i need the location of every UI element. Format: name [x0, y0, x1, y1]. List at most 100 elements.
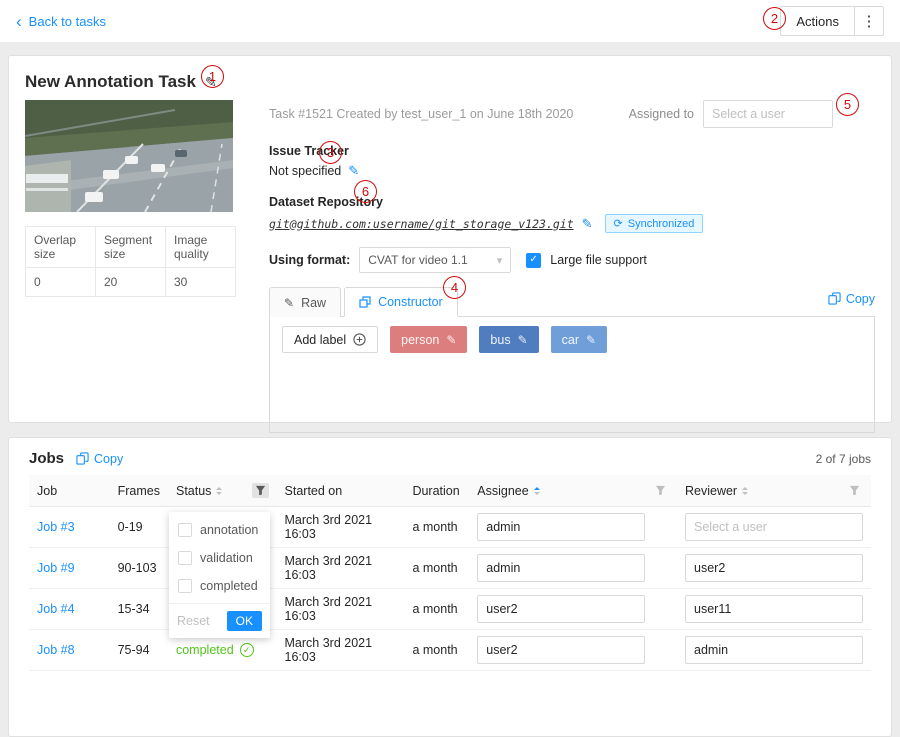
- add-label-button[interactable]: Add label: [282, 326, 378, 353]
- status-sort-icon[interactable]: [216, 487, 222, 495]
- job-reviewer-input[interactable]: [685, 554, 863, 582]
- filter-option-validation[interactable]: validation: [169, 544, 270, 572]
- issue-tracker-row: Not specified ✎: [269, 163, 875, 179]
- assignee-filter-icon[interactable]: [652, 483, 669, 498]
- back-chevron-icon: ‹: [16, 13, 22, 30]
- labels-constructor-area: Add label person ✎ bus ✎ car ✎: [269, 317, 875, 433]
- vertical-dots-icon: ⋮: [862, 13, 877, 30]
- task-body: Overlap size Segment size Image quality …: [25, 100, 875, 433]
- reviewer-sort-icon[interactable]: [742, 487, 748, 495]
- job-link[interactable]: Job #3: [37, 520, 75, 534]
- tab-raw[interactable]: ✎ Raw: [269, 287, 341, 317]
- task-title-row: New Annotation Task ✎: [25, 72, 875, 92]
- task-right-column: Task #1521 Created by test_user_1 on Jun…: [253, 100, 875, 433]
- reviewer-filter-icon[interactable]: [846, 483, 863, 498]
- param-value-segment: 20: [96, 268, 166, 297]
- sync-icon: ⟳: [614, 217, 623, 230]
- label-chip-bus[interactable]: bus ✎: [479, 326, 538, 353]
- col-header-started[interactable]: Started on: [277, 475, 405, 507]
- issue-tracker-label: Issue Tracker: [269, 144, 875, 158]
- job-reviewer-input[interactable]: [685, 513, 863, 541]
- filter-ok-button[interactable]: OK: [227, 611, 262, 631]
- job-reviewer-input[interactable]: [685, 636, 863, 664]
- job-assignee-input[interactable]: [477, 554, 645, 582]
- checkbox-unchecked[interactable]: [178, 551, 192, 565]
- format-select[interactable]: CVAT for video 1.1 ▾: [359, 247, 511, 273]
- filter-option-completed[interactable]: completed: [169, 572, 270, 600]
- task-assignee-input[interactable]: [703, 100, 833, 128]
- param-value-quality: 30: [166, 268, 236, 297]
- check-icon: ✓: [530, 255, 538, 265]
- jobs-count: 2 of 7 jobs: [816, 452, 871, 466]
- actions-menu-button[interactable]: ⋮: [854, 6, 884, 36]
- edit-title-icon[interactable]: ✎: [205, 74, 217, 91]
- job-reviewer-input[interactable]: [685, 595, 863, 623]
- status-filter-icon[interactable]: [252, 483, 269, 498]
- jobs-table-header-row: Job Frames Status Started on Duration: [29, 475, 871, 507]
- col-header-job[interactable]: Job: [29, 475, 110, 507]
- assignee-sort-icon[interactable]: [534, 487, 540, 495]
- tab-constructor[interactable]: Constructor: [344, 287, 458, 317]
- assignee-header-label: Assignee: [477, 484, 528, 498]
- job-assignee-input[interactable]: [477, 636, 645, 664]
- job-status-completed: completed ✓: [176, 643, 269, 657]
- checkbox-unchecked[interactable]: [178, 579, 192, 593]
- assigned-to-label: Assigned to: [629, 107, 694, 121]
- checkbox-unchecked[interactable]: [178, 523, 192, 537]
- param-value-overlap: 0: [26, 268, 96, 297]
- status-filter-dropdown: annotation validation completed Reset OK: [169, 512, 270, 638]
- col-header-reviewer[interactable]: Reviewer: [677, 475, 871, 507]
- jobs-copy-label: Copy: [94, 452, 123, 466]
- col-header-duration[interactable]: Duration: [404, 475, 469, 507]
- tab-constructor-label: Constructor: [378, 295, 443, 309]
- task-preview-image: [25, 100, 233, 212]
- check-circle-icon: ✓: [240, 643, 254, 657]
- job-duration: a month: [404, 548, 469, 589]
- edit-issue-tracker-icon[interactable]: ✎: [348, 163, 359, 179]
- job-duration: a month: [404, 589, 469, 630]
- edit-label-icon[interactable]: ✎: [586, 333, 596, 347]
- actions-button[interactable]: Actions: [780, 6, 855, 36]
- filter-option-label: validation: [200, 551, 253, 565]
- label-chip-car-name: car: [562, 333, 579, 347]
- job-row: Job #4 15-34 March 3rd 2021 16:03 a mont…: [29, 589, 871, 630]
- labels-copy-link[interactable]: Copy: [828, 292, 875, 306]
- job-link[interactable]: Job #9: [37, 561, 75, 575]
- repository-url[interactable]: git@github.com:username/git_storage_v123…: [269, 217, 574, 231]
- back-to-tasks-link[interactable]: ‹ Back to tasks: [16, 13, 106, 30]
- edit-label-icon[interactable]: ✎: [446, 333, 456, 347]
- using-format-label: Using format:: [269, 253, 350, 267]
- col-header-assignee[interactable]: Assignee: [469, 475, 677, 507]
- job-link[interactable]: Job #8: [37, 643, 75, 657]
- edit-label-icon[interactable]: ✎: [518, 333, 528, 347]
- edit-repository-icon[interactable]: ✎: [582, 216, 593, 232]
- job-started: March 3rd 2021 16:03: [277, 630, 405, 671]
- job-frames: 15-34: [110, 589, 168, 630]
- label-chip-car[interactable]: car ✎: [551, 326, 607, 353]
- jobs-title: Jobs: [29, 450, 64, 467]
- job-assignee-input[interactable]: [477, 513, 645, 541]
- tab-raw-label: Raw: [301, 296, 326, 310]
- filter-option-annotation[interactable]: annotation: [169, 516, 270, 544]
- status-text: completed: [176, 643, 234, 657]
- task-left-column: Overlap size Segment size Image quality …: [25, 100, 253, 433]
- issue-tracker-value: Not specified: [269, 164, 341, 178]
- jobs-copy-link[interactable]: Copy: [76, 452, 123, 466]
- filter-option-label: completed: [200, 579, 258, 593]
- job-frames: 0-19: [110, 507, 168, 548]
- sync-status-badge[interactable]: ⟳ Synchronized: [605, 214, 704, 233]
- label-chip-person-name: person: [401, 333, 439, 347]
- label-chip-person[interactable]: person ✎: [390, 326, 467, 353]
- col-header-status[interactable]: Status: [168, 475, 277, 507]
- plus-circle-icon: [353, 333, 366, 346]
- large-file-support-checkbox[interactable]: ✓: [526, 253, 541, 268]
- job-row: Job #9 90-103 March 3rd 2021 16:03 a mon…: [29, 548, 871, 589]
- status-header-label: Status: [176, 484, 211, 498]
- filter-option-label: annotation: [200, 523, 258, 537]
- constructor-block-icon: [359, 296, 371, 308]
- job-assignee-input[interactable]: [477, 595, 645, 623]
- filter-reset-button[interactable]: Reset: [177, 614, 210, 628]
- format-select-value: CVAT for video 1.1: [368, 253, 467, 267]
- col-header-frames[interactable]: Frames: [110, 475, 168, 507]
- job-link[interactable]: Job #4: [37, 602, 75, 616]
